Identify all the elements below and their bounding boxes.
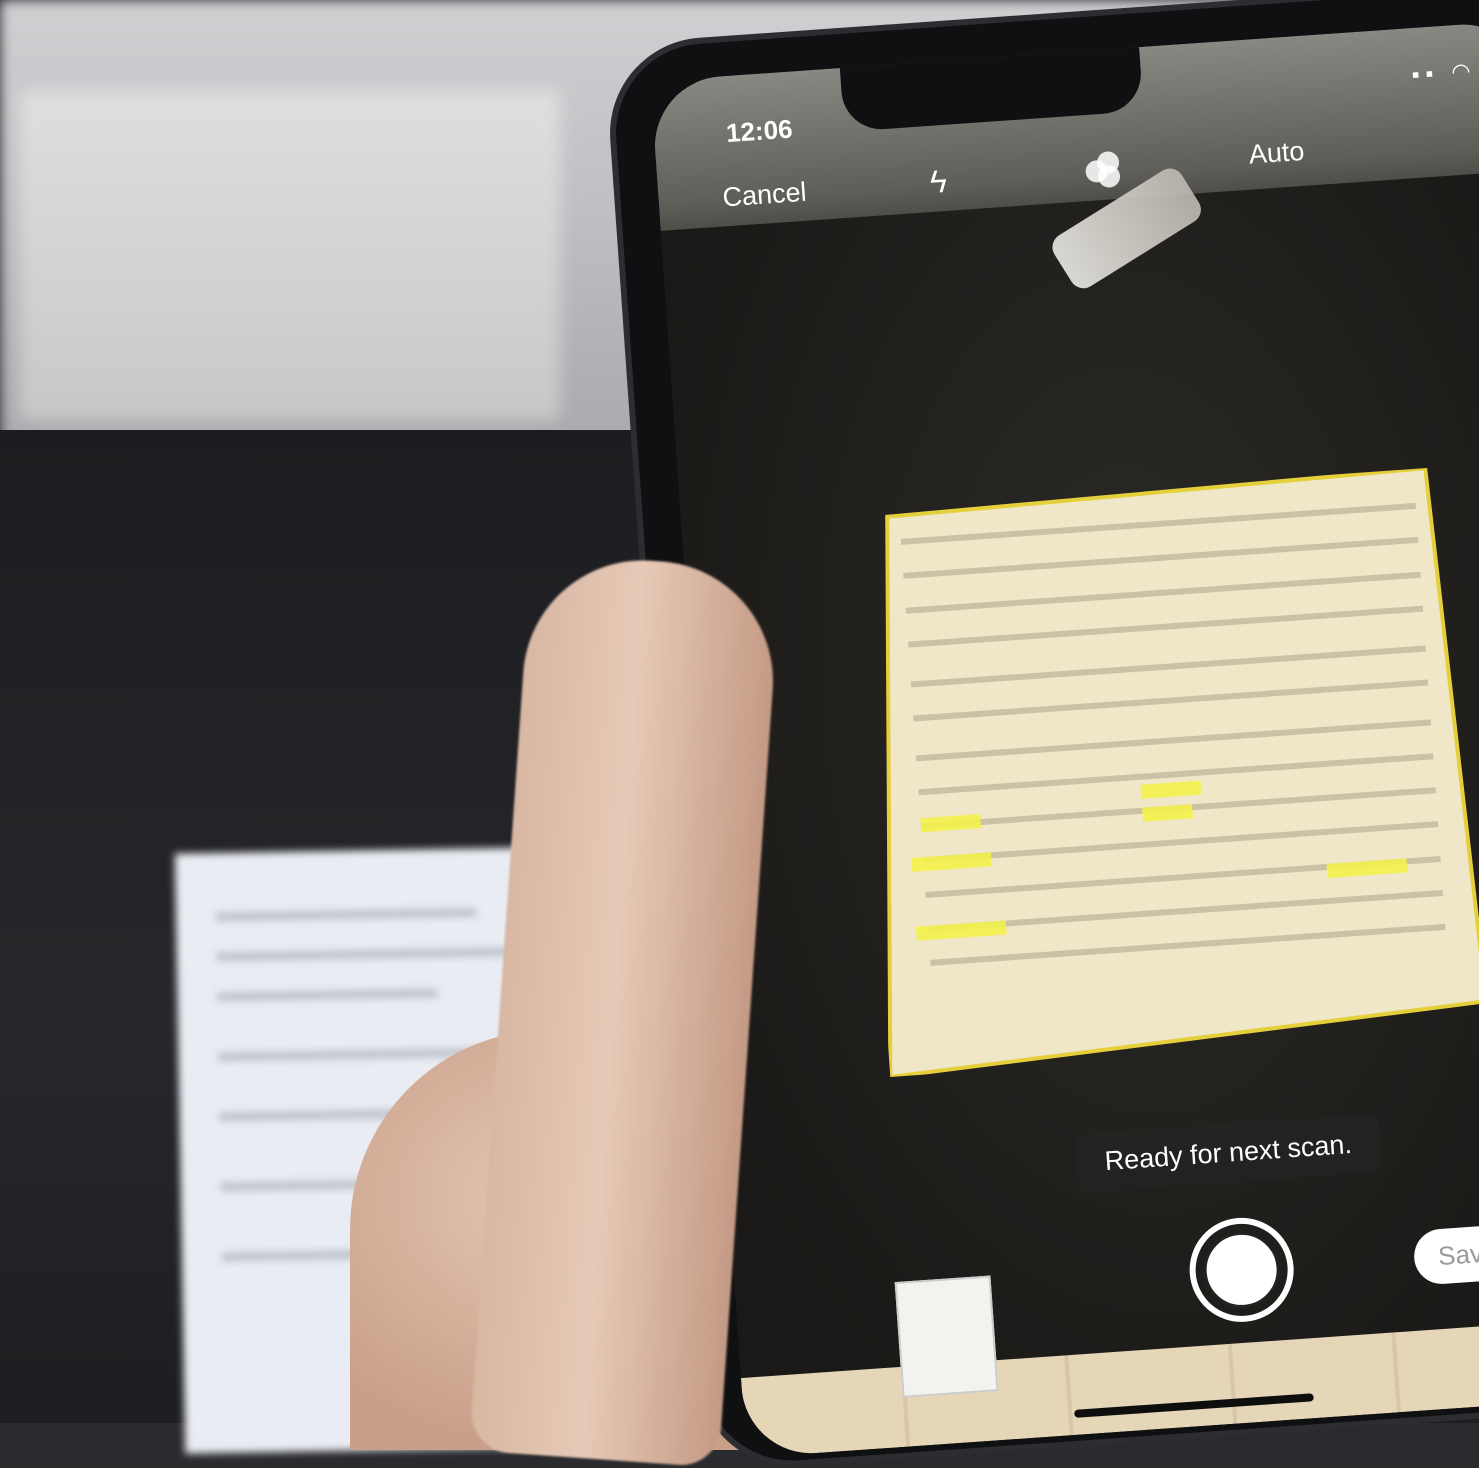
filter-icon[interactable] (1084, 150, 1122, 189)
flash-icon[interactable]: ϟ (929, 163, 948, 201)
signal-icon: ▪▪ (1410, 60, 1441, 88)
status-time: 12:06 (725, 113, 794, 149)
document-detection-outline (885, 466, 1479, 1077)
wifi-icon: ◠ (1450, 57, 1478, 85)
scan-thumbnail[interactable] (894, 1275, 999, 1398)
cancel-button[interactable]: Cancel (722, 177, 808, 214)
blurred-box (20, 90, 560, 420)
auto-mode-button[interactable]: Auto (1248, 136, 1306, 171)
phone-screen: 12:06 ▪▪ ◠ Cancel ϟ Auto Ready for next … (650, 19, 1479, 1458)
